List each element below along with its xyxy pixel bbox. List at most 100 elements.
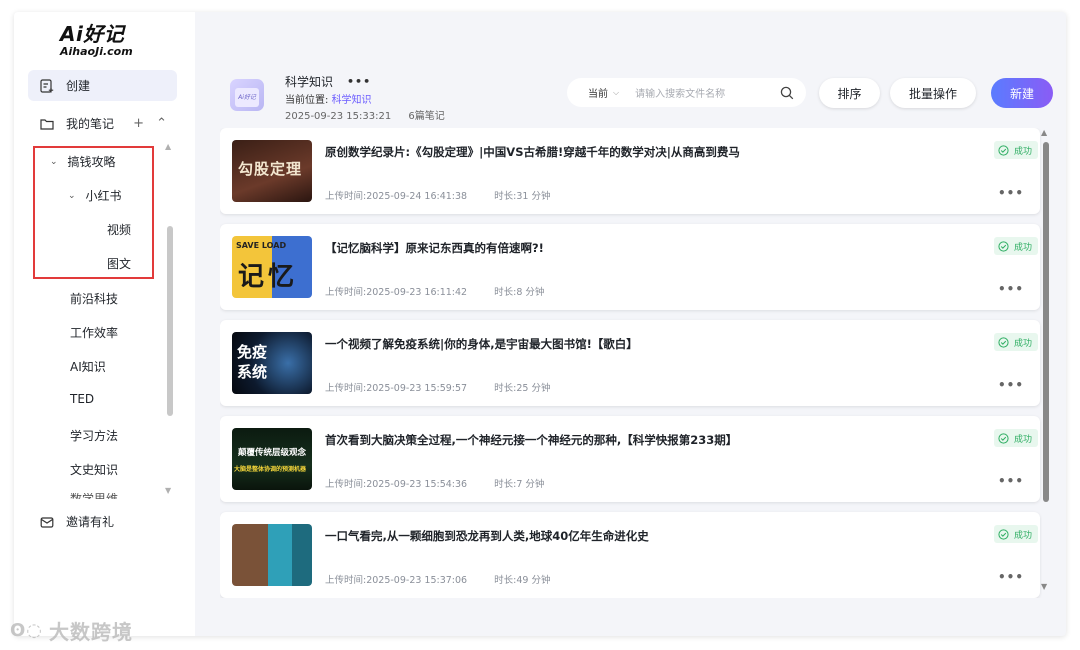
tree-item-label: 文史知识 — [70, 463, 119, 477]
tree-item-label: 学习方法 — [70, 429, 119, 443]
more-options-icon[interactable]: ••• — [998, 186, 1024, 200]
folder-meta: 2025-09-23 15:33:21 6篇笔记 — [285, 107, 445, 122]
tree-item-ted[interactable]: TED — [70, 392, 94, 406]
logo[interactable]: Ai好记 AihaoJi.com — [60, 18, 140, 58]
invite-item[interactable]: 邀请有礼 — [28, 506, 177, 537]
folder-title: 科学知识 ••• — [285, 73, 371, 90]
note-count: 6篇笔记 — [408, 111, 445, 122]
invite-label: 邀请有礼 — [66, 515, 115, 529]
tree-item-label: 前沿科技 — [70, 292, 119, 306]
tree-item-cutoff[interactable]: 数学思维 — [70, 493, 134, 499]
tree-item-video[interactable]: 视频 — [107, 221, 131, 238]
add-folder-collapse-icon[interactable]: + ⌃ — [133, 116, 171, 131]
tree-item-label: 工作效率 — [70, 326, 119, 340]
more-options-icon[interactable]: ••• — [998, 378, 1024, 392]
tree-item-productivity[interactable]: 工作效率 — [70, 324, 118, 341]
note-title: 一口气看完,从一颗细胞到恐龙再到人类,地球40亿年生命进化史 — [325, 529, 649, 543]
note-title: 原创数学纪录片:《勾股定理》|中国VS古希腊!穿越千年的数学对决|从商高到费马 — [325, 145, 740, 159]
status-badge: 成功 — [993, 237, 1038, 255]
note-meta: 上传时间:2025-09-23 16:11:42 时长:8 分钟 — [325, 284, 544, 298]
note-meta: 上传时间:2025-09-23 15:59:57 时长:25 分钟 — [325, 380, 550, 394]
tree-item-label: 搞钱攻略 — [67, 155, 116, 169]
search-icon[interactable] — [780, 86, 794, 100]
upload-time: 上传时间:2025-09-23 16:11:42 — [325, 287, 468, 298]
note-thumbnail: 颠覆传统层级观念 大脑是整体协调的预测机器 — [232, 428, 312, 490]
create-label: 创建 — [66, 79, 91, 93]
tree-item-image-text[interactable]: 图文 — [107, 255, 131, 272]
more-options-icon[interactable]: ••• — [998, 474, 1024, 488]
note-card[interactable]: SAVE LOAD 记忆 【记忆脑科学】原来记东西真的有倍速啊?! 上传时间:2… — [220, 224, 1040, 310]
tree-item-ai[interactable]: AI知识 — [70, 358, 106, 375]
more-options-icon[interactable]: ••• — [998, 282, 1024, 296]
status-text: 成功 — [1013, 434, 1032, 445]
note-card[interactable]: 颠覆传统层级观念 大脑是整体协调的预测机器 首次看到大脑决策全过程,一个神经元接… — [220, 416, 1040, 502]
upload-time: 上传时间:2025-09-23 15:59:57 — [325, 383, 468, 394]
tree-item-label: 图文 — [107, 257, 132, 271]
note-title: 一个视频了解免疫系统|你的身体,是宇宙最大图书馆!【歌白】 — [325, 337, 638, 351]
note-meta: 上传时间:2025-09-23 15:54:36 时长:7 分钟 — [325, 476, 544, 490]
search-scope-select[interactable]: 当前 ⌵ — [588, 85, 619, 101]
status-badge: 成功 — [993, 141, 1038, 159]
note-thumbnail: SAVE LOAD 记忆 — [232, 236, 312, 298]
duration: 时长:8 分钟 — [494, 287, 545, 298]
more-options-icon[interactable]: ••• — [347, 75, 371, 88]
note-thumbnail: 勾股定理 — [232, 140, 312, 202]
tree-item-xiaohongshu[interactable]: ⌄ 小红书 — [68, 187, 122, 204]
notebook-folder-icon: Ai好记 — [230, 79, 264, 111]
tree-item-label: 小红书 — [85, 189, 122, 203]
more-options-icon[interactable]: ••• — [998, 570, 1024, 584]
status-text: 成功 — [1013, 338, 1032, 349]
check-circle-icon — [998, 336, 1009, 348]
note-title: 首次看到大脑决策全过程,一个神经元接一个神经元的那种,【科学快报第233期】 — [325, 433, 738, 447]
scroll-down-arrow-icon[interactable]: ▼ — [165, 486, 171, 495]
main-scrollbar-thumb[interactable] — [1043, 142, 1049, 502]
location-label: 当前位置: — [285, 95, 329, 106]
search-bar[interactable]: 当前 ⌵ 请输入搜索文件名称 — [567, 78, 806, 107]
note-thumbnail — [232, 524, 312, 586]
scroll-up-arrow-icon[interactable]: ▲ — [165, 142, 171, 151]
tree-item-label: 视频 — [107, 223, 132, 237]
status-text: 成功 — [1013, 146, 1032, 157]
scroll-up-arrow-icon[interactable]: ▲ — [1041, 128, 1047, 137]
page-title: 科学知识 — [285, 75, 334, 89]
tree-item-learning[interactable]: 学习方法 — [70, 427, 118, 444]
note-card[interactable]: 勾股定理 原创数学纪录片:《勾股定理》|中国VS古希腊!穿越千年的数学对决|从商… — [220, 128, 1040, 214]
sidebar-scrollbar-thumb[interactable] — [167, 226, 173, 416]
batch-operation-button[interactable]: 批量操作 — [890, 78, 976, 108]
my-notes-item[interactable]: 我的笔记 + ⌃ — [28, 108, 177, 139]
mail-icon — [40, 515, 54, 529]
watermark-text: 大数跨境 — [49, 620, 134, 644]
tree-item-history[interactable]: 文史知识 — [70, 461, 118, 478]
note-title: 【记忆脑科学】原来记东西真的有倍速啊?! — [325, 241, 544, 255]
my-notes-label: 我的笔记 — [66, 117, 115, 131]
tree-item-money[interactable]: ⌄ 搞钱攻略 — [50, 153, 116, 170]
tree-item-frontier-tech[interactable]: 前沿科技 — [70, 290, 118, 307]
create-button[interactable]: 创建 — [28, 70, 177, 101]
tree-item-label: AI知识 — [70, 360, 106, 374]
search-input[interactable]: 请输入搜索文件名称 — [635, 85, 780, 100]
upload-time: 上传时间:2025-09-23 15:37:06 — [325, 575, 468, 586]
thumbnail-text: 免疫系统 — [237, 343, 268, 381]
scroll-down-arrow-icon[interactable]: ▼ — [1041, 582, 1047, 591]
duration: 时长:7 分钟 — [494, 479, 545, 490]
duration: 时长:49 分钟 — [494, 575, 551, 586]
note-card[interactable]: 一口气看完,从一颗细胞到恐龙再到人类,地球40亿年生命进化史 上传时间:2025… — [220, 512, 1040, 598]
chevron-down-icon: ⌄ — [50, 156, 58, 167]
duration: 时长:31 分钟 — [494, 191, 551, 202]
new-button[interactable]: 新建 — [991, 78, 1053, 108]
status-badge: 成功 — [993, 525, 1038, 543]
check-circle-icon — [998, 432, 1009, 444]
folder-icon — [40, 117, 54, 131]
sort-button[interactable]: 排序 — [819, 78, 880, 108]
create-note-icon — [40, 78, 54, 93]
note-meta: 上传时间:2025-09-24 16:41:38 时长:31 分钟 — [325, 188, 550, 202]
note-card[interactable]: 免疫系统 一个视频了解免疫系统|你的身体,是宇宙最大图书馆!【歌白】 上传时间:… — [220, 320, 1040, 406]
check-circle-icon — [998, 144, 1009, 156]
status-text: 成功 — [1013, 242, 1032, 253]
thumbnail-subtext: SAVE LOAD — [236, 241, 287, 250]
chevron-down-icon: ⌄ — [68, 190, 76, 201]
status-badge: 成功 — [993, 429, 1038, 447]
upload-time: 上传时间:2025-09-23 15:54:36 — [325, 479, 468, 490]
location-link[interactable]: 科学知识 — [332, 95, 372, 106]
breadcrumb: 当前位置: 科学知识 — [285, 91, 372, 106]
